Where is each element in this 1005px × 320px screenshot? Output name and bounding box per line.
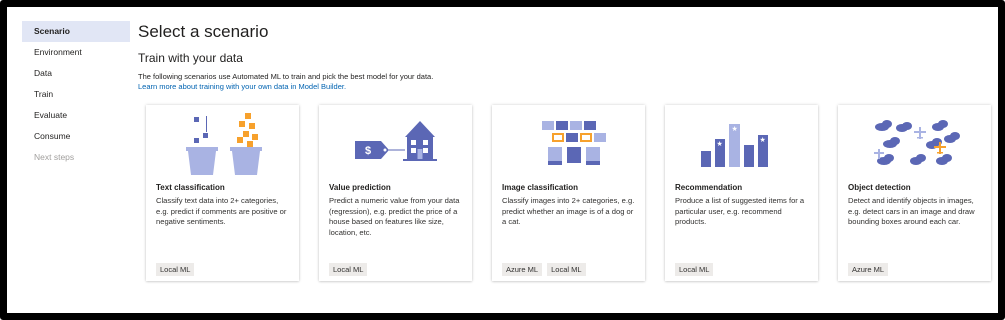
main-panel: Select a scenario Train with your data T…	[132, 14, 991, 306]
svg-text:★: ★	[760, 136, 766, 144]
scenario-card-image-classification[interactable]: Image classification Classify images int…	[492, 105, 645, 281]
image-classification-icon	[542, 121, 606, 165]
value-prediction-icon: $	[355, 121, 437, 161]
card-tags: Local ML	[156, 263, 195, 276]
scenario-card-value-prediction[interactable]: $ Value prediction Predict a numeric val…	[319, 105, 472, 281]
card-title: Recommendation	[675, 183, 743, 192]
section-description: The following scenarios use Automated ML…	[138, 72, 434, 81]
scenario-cards: Text classification Classify text data i…	[146, 105, 996, 283]
scenario-card-object-detection[interactable]: Object detection Detect and identify obj…	[838, 105, 991, 281]
page-title: Select a scenario	[138, 22, 269, 41]
card-tags: Local ML	[329, 263, 368, 276]
learn-more-link[interactable]: Learn more about training with your own …	[138, 82, 346, 91]
card-tags: Azure ML Local ML	[502, 263, 586, 276]
section-subtitle: Train with your data	[138, 51, 243, 65]
tag-azure-ml: Azure ML	[502, 263, 543, 276]
card-title: Object detection	[848, 183, 911, 192]
tag-local-ml: Local ML	[675, 263, 714, 276]
card-description: Classify images into 2+ categories, e.g.…	[502, 196, 635, 227]
scenario-card-text-classification[interactable]: Text classification Classify text data i…	[146, 105, 299, 281]
card-title: Image classification	[502, 183, 579, 192]
svg-text:$: $	[365, 145, 371, 157]
card-tags: Azure ML	[848, 263, 889, 276]
sidebar-nav: Scenario Environment Data Train Evaluate…	[22, 21, 130, 168]
recommendation-icon: ★ ★ ★	[701, 124, 768, 167]
object-detection-icon	[874, 120, 960, 165]
sidebar-item-train[interactable]: Train	[22, 84, 130, 105]
sidebar-item-data[interactable]: Data	[22, 63, 130, 84]
card-description: Predict a numeric value from your data (…	[329, 196, 460, 237]
sidebar-item-next-steps: Next steps	[34, 152, 75, 162]
sidebar-item-environment[interactable]: Environment	[22, 42, 130, 63]
sidebar-item-consume[interactable]: Consume	[22, 126, 130, 147]
svg-text:★: ★	[732, 125, 738, 133]
card-title: Value prediction	[329, 183, 391, 192]
card-description: Produce a list of suggested items for a …	[675, 196, 805, 227]
card-title: Text classification	[156, 183, 225, 192]
tag-local-ml: Local ML	[547, 263, 586, 276]
sidebar-item-evaluate[interactable]: Evaluate	[22, 105, 130, 126]
tag-azure-ml: Azure ML	[848, 263, 889, 276]
sidebar-item-scenario[interactable]: Scenario	[22, 21, 130, 42]
scenario-card-recommendation[interactable]: ★ ★ ★ Recommendation Produce a list of s…	[665, 105, 818, 281]
card-description: Classify text data into 2+ categories, e…	[156, 196, 287, 227]
svg-text:★: ★	[717, 140, 723, 148]
card-description: Detect and identify objects in images, e…	[848, 196, 975, 227]
app-content: Scenario Environment Data Train Evaluate…	[14, 14, 991, 306]
tag-local-ml: Local ML	[156, 263, 195, 276]
text-classification-icon	[186, 113, 262, 175]
tag-local-ml: Local ML	[329, 263, 368, 276]
card-tags: Local ML	[675, 263, 714, 276]
window-frame: Scenario Environment Data Train Evaluate…	[0, 0, 1005, 320]
